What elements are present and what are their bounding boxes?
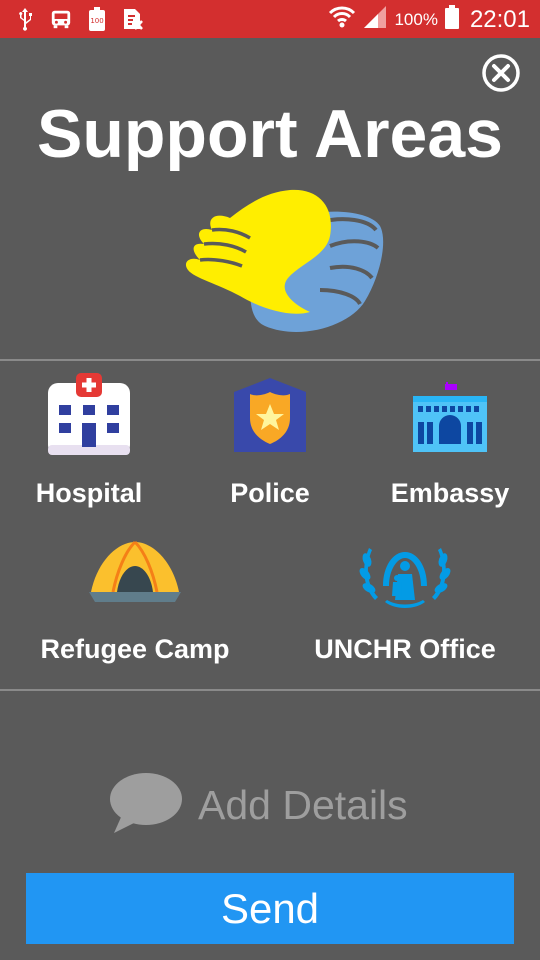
clock: 22:01 bbox=[469, 5, 530, 33]
send-button[interactable]: Send bbox=[26, 873, 514, 944]
close-button[interactable] bbox=[481, 53, 521, 93]
svg-text:100: 100 bbox=[90, 17, 103, 25]
unhcr-logo-icon bbox=[355, 530, 455, 620]
status-bar: 100 100% 22:01 bbox=[0, 0, 540, 38]
area-hospital[interactable]: Hospital bbox=[24, 368, 154, 509]
area-label: Police bbox=[230, 478, 310, 508]
area-refugee-camp[interactable]: Refugee Camp bbox=[30, 530, 240, 665]
support-hands-logo bbox=[180, 186, 390, 338]
tent-icon bbox=[85, 530, 185, 610]
status-bar-notifications: 100 bbox=[14, 6, 144, 32]
speech-bubble-icon bbox=[108, 771, 184, 840]
battery-100-notification-icon: 100 bbox=[86, 6, 108, 32]
add-details-field[interactable]: Add Details bbox=[108, 770, 448, 840]
sim-icon bbox=[122, 6, 144, 32]
wifi-icon bbox=[328, 4, 356, 35]
police-badge-icon bbox=[222, 368, 318, 460]
signal-icon bbox=[362, 4, 388, 35]
bus-icon bbox=[50, 6, 72, 32]
embassy-building-icon bbox=[402, 368, 498, 460]
close-icon bbox=[482, 54, 520, 92]
divider-top bbox=[0, 359, 540, 361]
area-embassy[interactable]: Embassy bbox=[385, 368, 515, 509]
divider-bottom bbox=[0, 689, 540, 691]
area-label: Embassy bbox=[390, 478, 510, 508]
area-label: UNCHR Office bbox=[314, 634, 496, 664]
add-details-placeholder: Add Details bbox=[198, 781, 408, 828]
area-label: Hospital bbox=[35, 478, 143, 508]
status-bar-system: 100% 22:01 bbox=[328, 4, 530, 35]
area-unhcr-office[interactable]: UNCHR Office bbox=[300, 530, 510, 665]
area-label: Refugee Camp bbox=[40, 634, 230, 664]
usb-icon bbox=[14, 6, 36, 32]
battery-icon bbox=[444, 4, 460, 35]
page-title: Support Areas bbox=[36, 96, 503, 172]
hospital-icon bbox=[41, 368, 137, 460]
battery-percent: 100% bbox=[394, 9, 438, 29]
area-police[interactable]: Police bbox=[205, 368, 335, 509]
